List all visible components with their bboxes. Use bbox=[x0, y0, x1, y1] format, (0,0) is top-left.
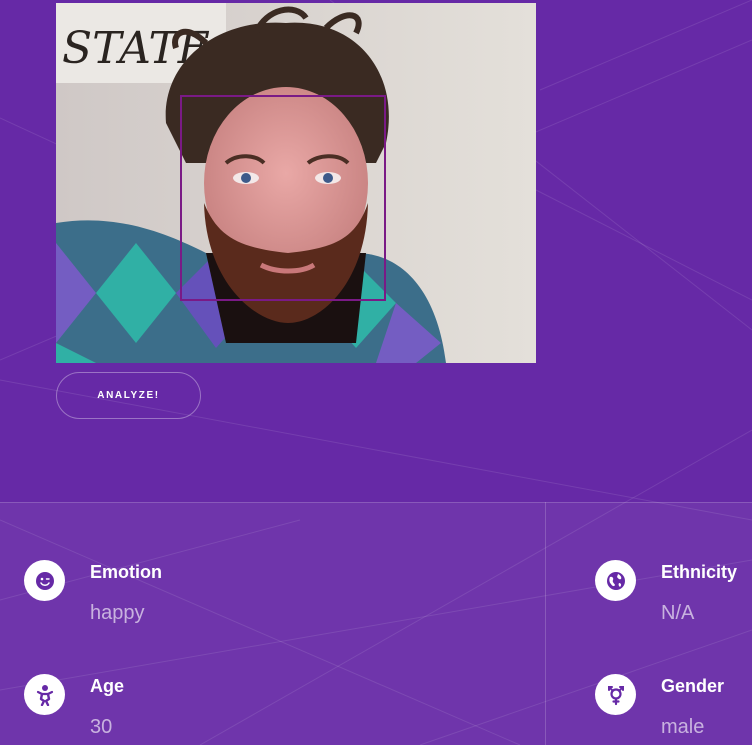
transgender-symbol-icon bbox=[595, 674, 636, 715]
webcam-preview: STATE bbox=[56, 3, 536, 363]
ethnicity-label: Ethnicity bbox=[661, 562, 738, 582]
age-label: Age bbox=[90, 676, 125, 696]
face-detection-box bbox=[180, 95, 386, 301]
analyze-button[interactable]: ANALYZE! bbox=[56, 372, 201, 419]
gender-label: Gender bbox=[661, 676, 725, 696]
smiley-wink-icon bbox=[24, 560, 65, 601]
results-divider bbox=[545, 502, 546, 745]
baby-icon bbox=[24, 674, 65, 715]
emotion-value: happy bbox=[90, 602, 145, 624]
ethnicity-value: N/A bbox=[661, 602, 695, 624]
globe-icon bbox=[595, 560, 636, 601]
emotion-label: Emotion bbox=[90, 562, 162, 582]
gender-value: male bbox=[661, 716, 705, 738]
age-value: 30 bbox=[90, 716, 113, 738]
page: STATE ANALYZE! Emotion happy Age 30 Ethn… bbox=[0, 0, 752, 745]
